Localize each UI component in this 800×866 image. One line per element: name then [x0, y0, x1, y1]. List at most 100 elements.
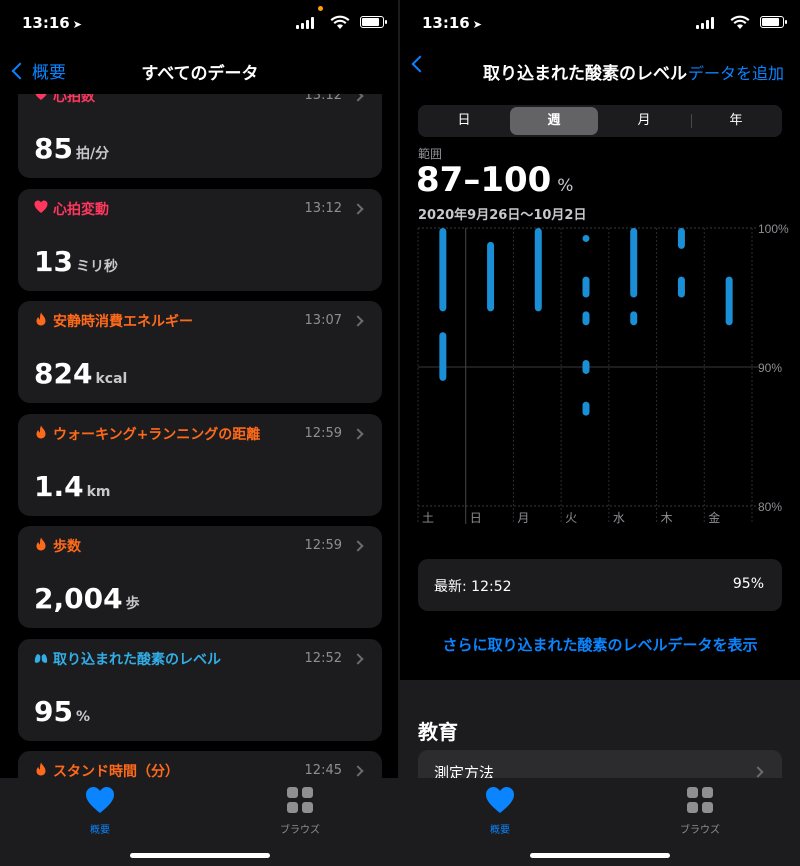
education-section: 教育 測定方法	[400, 680, 800, 790]
range-bar	[534, 228, 542, 312]
x-tick-label: 月	[517, 511, 529, 525]
grid-icon	[687, 787, 713, 813]
card-time: 12:52	[304, 650, 342, 666]
location-arrow-icon: ➤	[72, 18, 82, 31]
signal-icon	[296, 17, 314, 29]
x-tick-label: 日	[470, 511, 482, 525]
x-tick-label: 火	[565, 511, 577, 525]
data-card[interactable]: 心拍数 13:12 85 拍/分	[18, 94, 382, 178]
heart-icon	[34, 200, 53, 218]
page-title: すべてのデータ	[141, 64, 259, 84]
card-unit: km	[86, 483, 111, 500]
card-time: 12:59	[304, 538, 342, 553]
range-bar	[630, 228, 638, 298]
battery-icon	[360, 16, 387, 28]
wifi-icon	[730, 15, 750, 29]
tab-summary[interactable]: 概要	[60, 786, 140, 836]
flame-icon	[34, 312, 53, 330]
mic-indicator-icon	[318, 6, 323, 11]
y-tick-label: 80%	[758, 500, 782, 514]
data-card[interactable]: スタンド時間（分） 12:45	[18, 751, 382, 778]
oxygen-detail-screen: 13:16 ➤ 取り込まれた酸素のレベル データを追加 日 週 月 年 範囲 87…	[400, 0, 800, 866]
data-card-list[interactable]: 心拍数 13:12 85 拍/分 心拍変動 13:12 13 ミリ秒 安静時消費エネルギー 13:…	[18, 94, 382, 778]
range-bar	[582, 234, 590, 242]
card-header: 取り込まれた酸素のレベル	[34, 649, 221, 669]
nav-bar: 取り込まれた酸素のレベル データを追加	[400, 48, 800, 94]
range-bar	[487, 241, 495, 312]
card-number: 13	[34, 244, 73, 278]
card-number: 1.4	[34, 469, 84, 503]
card-time: 12:45	[304, 763, 342, 778]
heart-icon	[86, 787, 114, 813]
card-label: 取り込まれた酸素のレベル	[53, 651, 221, 668]
grid-icon	[287, 787, 313, 813]
latest-label: 最新: 12:52	[434, 579, 512, 595]
card-value: 85 拍/分	[34, 132, 109, 165]
card-label: ウォーキング+ランニングの距離	[53, 426, 261, 443]
y-tick-label: 100%	[758, 222, 789, 236]
latest-reading-row[interactable]: 最新: 12:52 95%	[418, 559, 782, 611]
tab-browse[interactable]: ブラウズ	[260, 786, 340, 836]
card-header: スタンド時間（分）	[34, 761, 179, 778]
range-bar	[677, 276, 685, 298]
card-label: 歩数	[53, 539, 81, 555]
data-card[interactable]: 取り込まれた酸素のレベル 12:52 95%	[18, 638, 382, 741]
location-arrow-icon: ➤	[472, 18, 482, 31]
card-value: 1.4 km	[34, 470, 111, 503]
card-number: 824	[34, 357, 93, 390]
flame-icon	[34, 537, 53, 555]
card-number: 95	[34, 694, 73, 728]
range-bar	[582, 360, 590, 374]
x-tick-label: 金	[708, 510, 720, 525]
data-card[interactable]: ウォーキング+ランニングの距離 12:59 1.4 km	[18, 413, 382, 516]
segment-week[interactable]: 週	[510, 107, 598, 135]
home-indicator[interactable]	[530, 853, 670, 858]
range-value: 87–100 %	[416, 160, 573, 200]
card-time: 13:07	[304, 313, 342, 328]
chevron-right-icon	[352, 652, 364, 665]
period-segmented-control: 日 週 月 年	[418, 105, 782, 137]
status-time: 13:16 ➤	[22, 14, 82, 32]
data-card[interactable]: 安静時消費エネルギー 13:07 824 kcal	[18, 301, 382, 403]
tab-summary[interactable]: 概要	[460, 786, 540, 836]
chevron-right-icon	[352, 202, 364, 215]
home-indicator[interactable]	[130, 853, 270, 858]
flame-icon	[34, 425, 53, 443]
tab-browse[interactable]: ブラウズ	[660, 786, 740, 836]
range-bar	[582, 401, 590, 416]
tab-browse-label: ブラウズ	[280, 825, 320, 836]
add-data-button[interactable]: データを追加	[688, 60, 784, 84]
card-number: 2,004	[34, 582, 123, 615]
card-header: 歩数	[34, 536, 81, 556]
range-bar	[725, 276, 733, 326]
chevron-right-icon	[752, 766, 764, 778]
education-heading: 教育	[418, 720, 458, 744]
tab-bar: 概要 ブラウズ	[0, 778, 400, 866]
data-card[interactable]: 歩数 12:59 2,004 歩	[18, 526, 382, 628]
chevron-right-icon	[352, 765, 364, 777]
card-number: 85	[34, 132, 73, 165]
card-value: 95%	[34, 695, 90, 728]
range-bar	[630, 311, 638, 326]
tab-browse-label: ブラウズ	[680, 825, 720, 836]
card-label: 安静時消費エネルギー	[53, 314, 193, 330]
show-more-link[interactable]: さらに取り込まれた酸素のレベルデータを表示	[400, 634, 800, 655]
data-card[interactable]: 心拍変動 13:12 13 ミリ秒	[18, 188, 382, 291]
segment-month[interactable]: 月	[600, 107, 688, 135]
range-bar	[582, 311, 590, 326]
segment-year[interactable]: 年	[692, 107, 780, 135]
card-value: 13 ミリ秒	[34, 245, 118, 278]
card-time: 13:12	[304, 200, 342, 216]
card-unit: kcal	[95, 371, 128, 387]
x-tick-label: 木	[661, 511, 673, 525]
oxygen-range-chart[interactable]: 100% 90% 80% 土 日 月 火 水 木 金	[400, 222, 800, 532]
segment-day[interactable]: 日	[420, 107, 508, 135]
tab-summary-label: 概要	[490, 825, 510, 836]
signal-icon	[696, 17, 714, 29]
range-unit: %	[557, 176, 574, 196]
battery-icon	[760, 16, 787, 28]
card-label: 心拍数	[53, 94, 95, 105]
card-unit: 拍/分	[75, 146, 110, 162]
flame-icon	[34, 762, 53, 778]
card-value: 2,004 歩	[34, 582, 140, 615]
